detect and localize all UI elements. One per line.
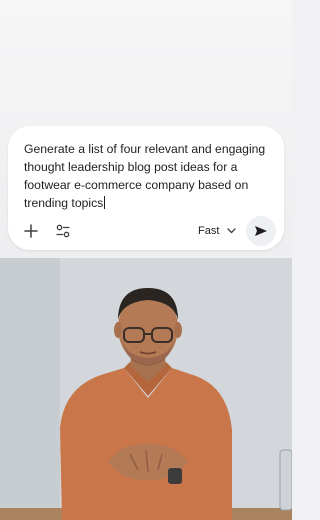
presenter-illustration <box>0 258 292 520</box>
text-caret <box>104 196 106 209</box>
tools-button[interactable] <box>52 220 74 242</box>
send-icon <box>255 226 267 236</box>
tune-icon <box>56 224 70 238</box>
chevron-down-icon <box>227 228 237 234</box>
plus-icon <box>24 224 38 238</box>
prompt-input[interactable]: Generate a list of four relevant and eng… <box>24 140 274 212</box>
prompt-card: Generate a list of four relevant and eng… <box>8 126 284 250</box>
add-button[interactable] <box>20 220 42 242</box>
send-button[interactable] <box>246 216 276 246</box>
presenter-video <box>0 258 292 520</box>
prompt-text: Generate a list of four relevant and eng… <box>24 142 266 210</box>
model-selector[interactable]: Fast <box>198 222 237 240</box>
model-label: Fast <box>198 225 220 237</box>
